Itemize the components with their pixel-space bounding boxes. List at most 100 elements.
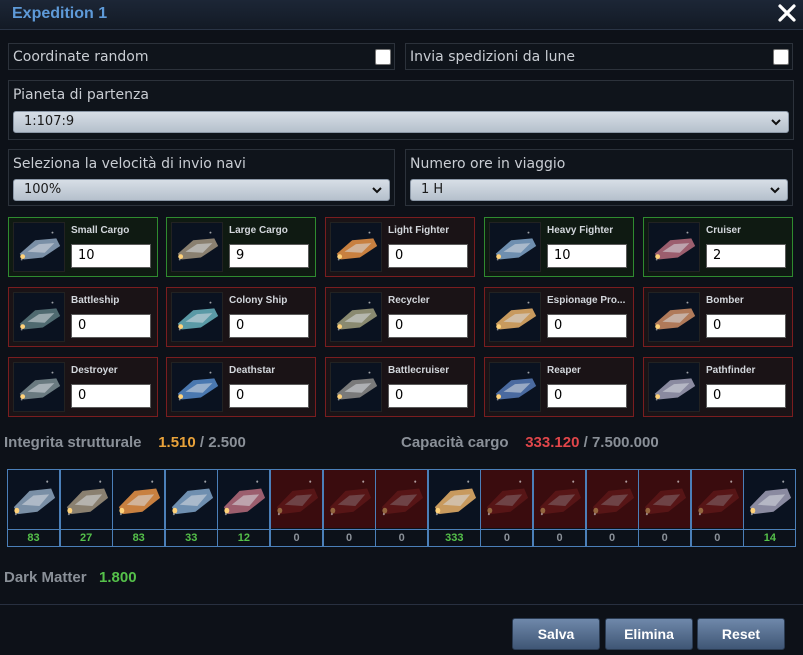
reset-button[interactable]: Reset <box>697 618 785 650</box>
cargo-separator: / <box>583 434 588 451</box>
ship-thumbnail[interactable] <box>330 222 382 272</box>
departure-label: Pianeta di partenza <box>13 87 149 103</box>
ship-quantity-input[interactable]: 0 <box>71 384 151 408</box>
save-button[interactable]: Salva <box>512 618 600 650</box>
available-ship-cell[interactable]: 0 <box>270 469 323 547</box>
chevron-down-icon <box>770 187 780 194</box>
ship-thumbnail[interactable] <box>171 362 223 412</box>
ship-icon <box>172 363 222 411</box>
available-ship-count: 83 <box>8 529 59 546</box>
available-ship-cell[interactable]: 0 <box>375 469 429 547</box>
ship-quantity-input[interactable]: 0 <box>388 314 468 338</box>
available-ship-cell[interactable]: 83 <box>7 469 60 547</box>
moon-expeditions-checkbox[interactable] <box>773 49 789 65</box>
available-ship-count: 0 <box>323 529 375 546</box>
ship-icon <box>8 470 59 528</box>
ship-thumbnail[interactable] <box>171 292 223 342</box>
available-ship-cell[interactable]: 33 <box>164 469 218 547</box>
available-ship-cell[interactable]: 333 <box>427 469 481 547</box>
ship-name: Espionage Pro... <box>547 295 626 306</box>
ship-card: Battleship 0 <box>8 287 158 347</box>
ship-icon <box>481 470 533 528</box>
available-ship-cell[interactable]: 14 <box>743 469 797 547</box>
available-ship-cell[interactable]: 27 <box>59 469 113 547</box>
ship-icon <box>331 223 381 271</box>
available-ship-cell[interactable]: 0 <box>690 469 744 547</box>
delete-button[interactable]: Elimina <box>605 618 693 650</box>
available-ship-cell[interactable]: 0 <box>533 469 586 547</box>
ship-quantity-input[interactable]: 0 <box>388 384 468 408</box>
hours-value: 1 H <box>421 182 444 197</box>
ship-card: Heavy Fighter 10 <box>484 217 634 277</box>
window-titlebar: Expedition 1 <box>0 0 803 30</box>
available-ship-count: 0 <box>271 529 322 546</box>
ship-thumbnail[interactable] <box>648 292 700 342</box>
available-ship-cell[interactable]: 0 <box>322 469 376 547</box>
ship-name: Heavy Fighter <box>547 225 614 236</box>
random-coords-checkbox[interactable] <box>375 49 391 65</box>
available-ship-cell[interactable]: 12 <box>217 469 271 547</box>
hours-select[interactable]: 1 H <box>410 179 788 201</box>
ship-name: Cruiser <box>706 225 742 236</box>
dark-matter: Dark Matter 1.800 <box>4 569 137 586</box>
ship-quantity-input[interactable]: 0 <box>706 384 786 408</box>
available-ship-cell[interactable]: 0 <box>480 469 534 547</box>
available-ship-image <box>165 470 217 528</box>
ship-icon <box>14 223 64 271</box>
dark-matter-label: Dark Matter <box>4 569 87 586</box>
ship-quantity-input[interactable]: 0 <box>547 314 627 338</box>
ship-card: Colony Ship 0 <box>166 287 316 347</box>
ship-thumbnail[interactable] <box>489 362 541 412</box>
ship-thumbnail[interactable] <box>648 362 700 412</box>
available-ship-cell[interactable]: 0 <box>638 469 692 547</box>
ship-card: Deathstar 0 <box>166 357 316 417</box>
ship-name: Small Cargo <box>71 225 130 236</box>
ship-icon <box>271 470 322 528</box>
moon-expeditions-panel: Invia spedizioni da lune <box>405 43 793 70</box>
ship-thumbnail[interactable] <box>489 222 541 272</box>
ship-thumbnail[interactable] <box>330 292 382 342</box>
ship-thumbnail[interactable] <box>330 362 382 412</box>
ship-name: Recycler <box>388 295 430 306</box>
ship-icon <box>534 470 585 528</box>
speed-select[interactable]: 100% <box>13 179 390 201</box>
available-ship-count: 0 <box>376 529 428 546</box>
ship-icon <box>172 223 222 271</box>
ship-card: Bomber 0 <box>643 287 793 347</box>
ship-quantity-input[interactable]: 9 <box>229 244 309 268</box>
ship-thumbnail[interactable] <box>13 362 65 412</box>
available-ship-image <box>113 470 165 528</box>
ship-quantity-input[interactable]: 0 <box>706 314 786 338</box>
ship-name: Reaper <box>547 365 581 376</box>
ship-icon <box>649 223 699 271</box>
ship-thumbnail[interactable] <box>13 292 65 342</box>
structural-integrity: Integrita strutturale 1.510 / 2.500 <box>4 434 246 451</box>
ship-quantity-input[interactable]: 10 <box>547 244 627 268</box>
available-ship-image <box>586 470 638 528</box>
close-icon <box>778 4 796 22</box>
available-ship-count: 83 <box>113 529 165 546</box>
ship-quantity-input[interactable]: 0 <box>229 314 309 338</box>
ship-quantity-input[interactable]: 2 <box>706 244 786 268</box>
ship-quantity-input[interactable]: 0 <box>388 244 468 268</box>
ship-thumbnail[interactable] <box>648 222 700 272</box>
available-ship-image <box>691 470 743 528</box>
ship-icon <box>428 470 480 528</box>
ship-thumbnail[interactable] <box>489 292 541 342</box>
ship-icon <box>490 293 540 341</box>
ship-thumbnail[interactable] <box>13 222 65 272</box>
available-ship-cell[interactable]: 0 <box>585 469 639 547</box>
ship-quantity-input[interactable]: 0 <box>547 384 627 408</box>
close-button[interactable] <box>776 2 798 24</box>
departure-select[interactable]: 1:107:9 <box>13 111 789 133</box>
hours-panel: Numero ore in viaggio 1 H <box>405 149 793 206</box>
ship-card: Light Fighter 0 <box>325 217 475 277</box>
ship-quantity-input[interactable]: 0 <box>71 314 151 338</box>
ship-card: Battlecruiser 0 <box>325 357 475 417</box>
ship-quantity-input[interactable]: 0 <box>229 384 309 408</box>
ship-quantity-input[interactable]: 10 <box>71 244 151 268</box>
available-ship-count: 12 <box>218 529 270 546</box>
available-ship-cell[interactable]: 83 <box>112 469 166 547</box>
ship-card: Small Cargo 10 <box>8 217 158 277</box>
ship-thumbnail[interactable] <box>171 222 223 272</box>
